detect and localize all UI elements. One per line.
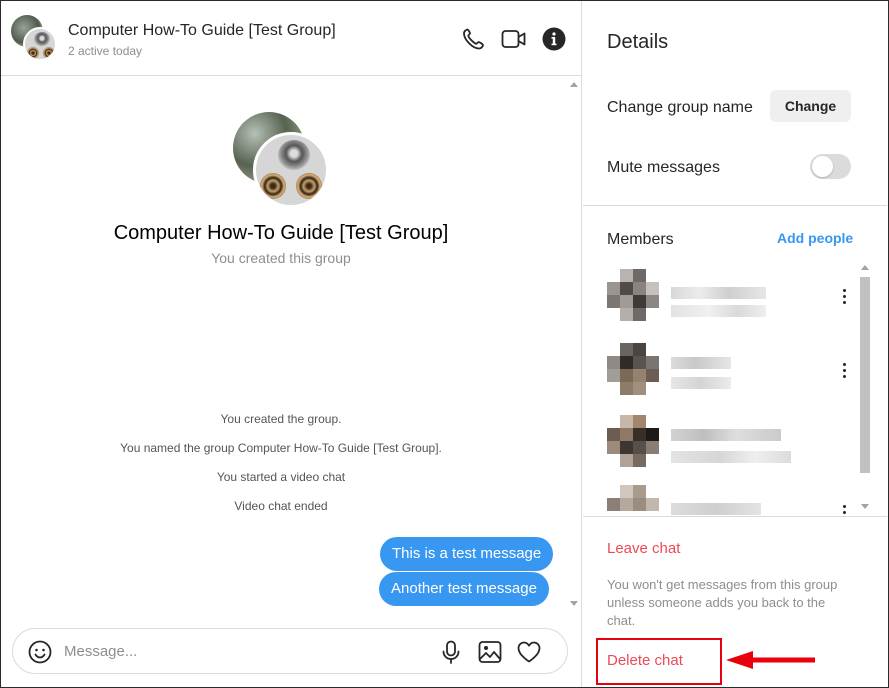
scroll-up-arrow-icon[interactable] <box>570 82 578 87</box>
image-icon[interactable] <box>478 640 502 669</box>
heart-icon[interactable] <box>517 641 541 668</box>
phone-icon[interactable] <box>461 27 485 51</box>
details-title: Details <box>607 31 669 53</box>
members-scrollbar[interactable] <box>858 259 872 515</box>
add-people-link[interactable]: Add people <box>777 230 853 246</box>
system-message: Video chat ended <box>234 499 328 513</box>
scroll-down-arrow-icon[interactable] <box>570 601 578 606</box>
message-bubble-sent[interactable]: Another test message <box>379 572 549 606</box>
member-row[interactable] <box>607 485 867 515</box>
member-row[interactable] <box>607 415 867 479</box>
toggle-knob <box>812 156 833 177</box>
member-options-icon[interactable] <box>843 363 847 381</box>
group-title: Computer How-To Guide [Test Group] <box>113 222 449 244</box>
scroll-down-arrow-icon[interactable] <box>861 504 869 509</box>
member-avatar-pixelated <box>607 485 659 515</box>
scroll-up-arrow-icon[interactable] <box>861 265 869 270</box>
group-created-note: You created this group <box>211 250 351 266</box>
system-message: You created the group. <box>220 412 342 426</box>
video-camera-icon[interactable] <box>501 27 527 51</box>
member-avatar-photo <box>253 132 329 208</box>
microphone-icon[interactable] <box>440 640 462 669</box>
chat-panel: Computer How-To Guide [Test Group] 2 act… <box>1 1 582 687</box>
divider <box>583 516 887 517</box>
member-avatar-pixelated <box>607 415 659 475</box>
group-avatar-small[interactable] <box>11 15 57 61</box>
member-avatar-photo <box>23 27 57 61</box>
member-row[interactable] <box>607 269 867 333</box>
message-thread[interactable]: Computer How-To Guide [Test Group] You c… <box>1 77 582 611</box>
message-bubble-sent[interactable]: This is a test message <box>380 537 554 571</box>
scrollbar-thumb[interactable] <box>860 277 870 473</box>
change-group-name-button[interactable]: Change <box>770 90 851 122</box>
change-group-name-label: Change group name <box>607 99 753 116</box>
divider <box>583 205 887 206</box>
emoji-icon[interactable] <box>28 640 52 669</box>
system-message: You started a video chat <box>216 470 346 484</box>
leave-chat-note: You won't get messages from this group u… <box>607 577 838 628</box>
mute-messages-label: Mute messages <box>607 159 720 176</box>
active-status: 2 active today <box>68 44 143 58</box>
mute-messages-toggle[interactable] <box>810 154 851 179</box>
member-options-icon[interactable] <box>843 289 847 307</box>
annotation-highlight-box <box>596 638 722 685</box>
member-avatar-pixelated <box>607 269 659 329</box>
members-label: Members <box>607 231 674 248</box>
info-icon[interactable] <box>542 27 566 51</box>
annotation-arrow-icon <box>723 643 817 682</box>
member-avatar-pixelated <box>607 343 659 403</box>
chat-header: Computer How-To Guide [Test Group] 2 act… <box>1 1 582 76</box>
group-avatar-large <box>233 112 329 208</box>
message-composer <box>12 628 568 674</box>
details-panel: Details Change group name Change Mute me… <box>583 1 887 687</box>
message-input[interactable] <box>64 639 424 663</box>
member-options-icon[interactable] <box>843 505 847 515</box>
system-message: You named the group Computer How-To Guid… <box>120 441 442 455</box>
thread-scrollbar[interactable] <box>567 77 581 611</box>
member-row[interactable] <box>607 343 867 407</box>
members-list[interactable] <box>583 259 887 515</box>
leave-chat-button[interactable]: Leave chat <box>607 540 680 557</box>
chat-title[interactable]: Computer How-To Guide [Test Group] <box>68 22 336 40</box>
